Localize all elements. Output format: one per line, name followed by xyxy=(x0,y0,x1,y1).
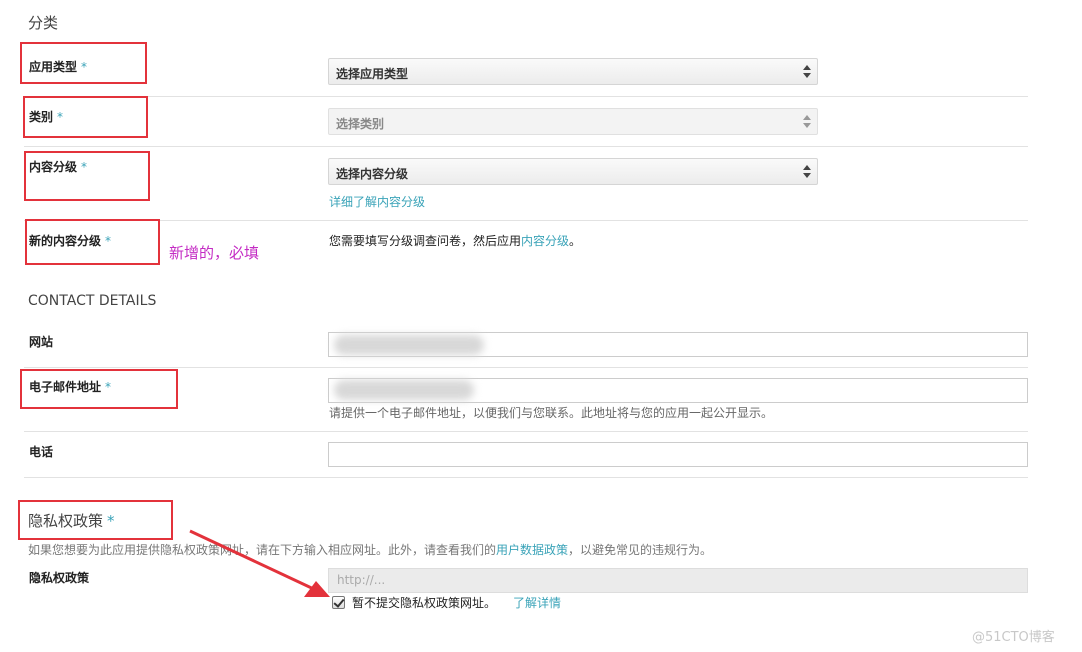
new-content-rating-text-before: 您需要填写分级调查问卷，然后应用 xyxy=(329,234,522,248)
user-data-policy-link[interactable]: 用户数据政策 xyxy=(496,543,568,557)
annotation-arrow-icon xyxy=(189,529,330,597)
divider xyxy=(24,367,1028,368)
content-rating-link[interactable]: 内容分级 xyxy=(521,234,569,248)
privacy-url-input[interactable]: http://... xyxy=(328,568,1028,593)
no-privacy-url-label[interactable]: 暂不提交隐私权政策网址。 xyxy=(352,594,496,611)
category-select[interactable]: 选择类别 xyxy=(328,108,818,135)
content-rating-select[interactable]: 选择内容分级 xyxy=(328,158,818,185)
redacted-value xyxy=(334,335,484,355)
privacy-url-placeholder: http://... xyxy=(337,573,386,587)
annotation-box xyxy=(25,219,160,265)
phone-input[interactable] xyxy=(328,442,1028,467)
learn-more-link[interactable]: 了解详情 xyxy=(513,594,561,611)
new-content-rating-text: 您需要填写分级调查问卷，然后应用内容分级。 xyxy=(329,232,581,249)
annotation-box xyxy=(23,96,148,138)
category-section-title: 分类 xyxy=(28,14,59,32)
email-help: 请提供一个电子邮件地址，以便我们与您联系。此地址将与您的应用一起公开显示。 xyxy=(329,406,774,420)
annotation-box xyxy=(20,42,147,84)
divider xyxy=(24,96,1028,97)
divider xyxy=(24,431,1028,432)
phone-label: 电话 xyxy=(29,445,54,459)
annotation-box xyxy=(24,151,150,201)
select-arrows-icon xyxy=(803,64,811,79)
divider xyxy=(24,220,1028,221)
content-rating-select-value: 选择内容分级 xyxy=(336,167,409,181)
content-rating-learn-link[interactable]: 详细了解内容分级 xyxy=(329,193,425,210)
contact-section-title: CONTACT DETAILS xyxy=(28,293,157,309)
privacy-description: 如果您想要为此应用提供隐私权政策网址，请在下方输入相应网址。此外，请查看我们的用… xyxy=(28,541,712,558)
divider xyxy=(24,477,1028,478)
privacy-description-after: ，以避免常见的违规行为。 xyxy=(568,543,713,557)
privacy-field-label: 隐私权政策 xyxy=(29,571,90,585)
new-content-rating-text-after: 。 xyxy=(569,234,582,248)
select-arrows-icon xyxy=(803,164,811,179)
divider xyxy=(24,146,1028,147)
app-type-select[interactable]: 选择应用类型 xyxy=(328,58,818,85)
redacted-value xyxy=(334,380,474,400)
app-type-select-value: 选择应用类型 xyxy=(336,67,409,81)
annotation-text: 新增的，必填 xyxy=(169,244,260,262)
annotation-box xyxy=(18,500,173,540)
select-arrows-icon xyxy=(803,114,811,129)
category-select-value: 选择类别 xyxy=(336,117,385,131)
annotation-box xyxy=(20,369,178,409)
website-label: 网站 xyxy=(29,335,54,349)
watermark: @51CTO博客 xyxy=(972,630,1055,645)
